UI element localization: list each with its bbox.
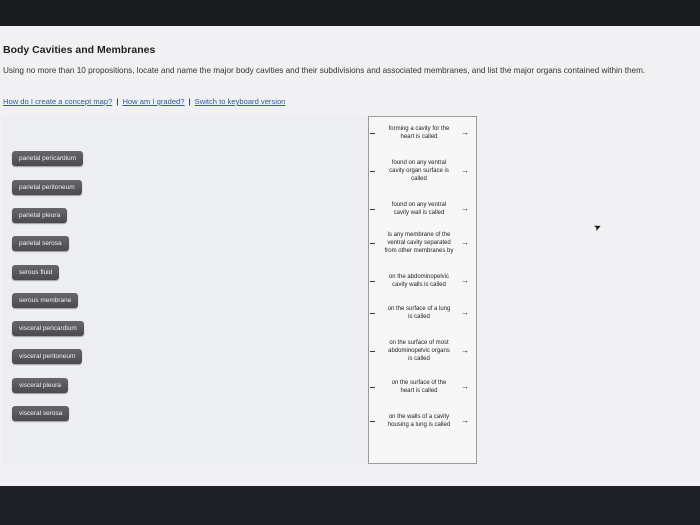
arrow-right-icon[interactable]: → [461,277,469,285]
proposition-column: forming a cavity for the heart is called … [368,116,477,464]
term-chip[interactable]: parietal peritoneum [12,180,82,195]
term-chip[interactable]: visceral pericardium [12,321,84,336]
term-chip[interactable]: serous fluid [12,265,60,280]
instructions: Using no more than 10 propositions, loca… [3,66,646,75]
arrow-right-icon[interactable]: → [461,167,469,175]
proposition[interactable]: on the surface of most abdominopelvic org… [369,339,478,363]
proposition[interactable]: on the abdominopelvic cavity walls is cal… [369,273,478,289]
proposition[interactable]: on the surface of a lung is called → [369,305,478,321]
arrow-right-icon[interactable]: → [461,239,469,247]
mouse-cursor-icon: ➤ [592,220,604,234]
dash-icon [370,171,375,172]
term-bank: parietal pericardium parietal peritoneum… [2,116,367,464]
keyboard-version-link[interactable]: Switch to keyboard version [195,97,286,106]
term-chip[interactable]: parietal pleura [12,208,68,223]
proposition[interactable]: on the walls of a cavity housing a lung i… [369,413,478,429]
page-title: Body Cavities and Membranes [3,44,156,56]
arrow-right-icon[interactable]: → [461,129,469,137]
dash-icon [370,313,375,314]
arrow-right-icon[interactable]: → [461,347,469,355]
proposition[interactable]: is any membrane of the ventral cavity sep… [369,231,478,255]
term-chip[interactable]: parietal serosa [12,236,69,251]
help-links: How do I create a concept map? | How am I … [3,97,285,106]
proposition[interactable]: on the surface of the heart is called → [369,379,478,395]
arrow-right-icon[interactable]: → [461,205,469,213]
grading-help-link[interactable]: How am I graded? [122,97,184,106]
proposition[interactable]: found on any ventral cavity wall is calle… [369,201,478,217]
separator: | [116,97,119,106]
dash-icon [370,209,375,210]
term-chip[interactable]: visceral serosa [12,406,70,421]
term-chip[interactable]: serous membrane [12,293,79,308]
term-chip[interactable]: visceral peritoneum [12,349,83,364]
dash-icon [370,351,375,352]
screen-bezel [0,486,700,525]
concept-map-help-link[interactable]: How do I create a concept map? [3,97,112,106]
separator: | [188,97,191,106]
dash-icon [370,421,375,422]
arrow-right-icon[interactable]: → [461,309,469,317]
term-chip[interactable]: parietal pericardium [12,151,84,166]
dash-icon [370,281,375,282]
screen: Body Cavities and Membranes Using no mor… [0,26,700,486]
proposition[interactable]: found on any ventral cavity organ surface… [369,159,478,183]
arrow-right-icon[interactable]: → [461,417,469,425]
term-chip[interactable]: visceral pleura [12,378,68,393]
dash-icon [370,243,375,244]
dash-icon [370,387,375,388]
arrow-right-icon[interactable]: → [461,383,469,391]
proposition[interactable]: forming a cavity for the heart is called … [369,125,478,141]
dash-icon [370,133,375,134]
